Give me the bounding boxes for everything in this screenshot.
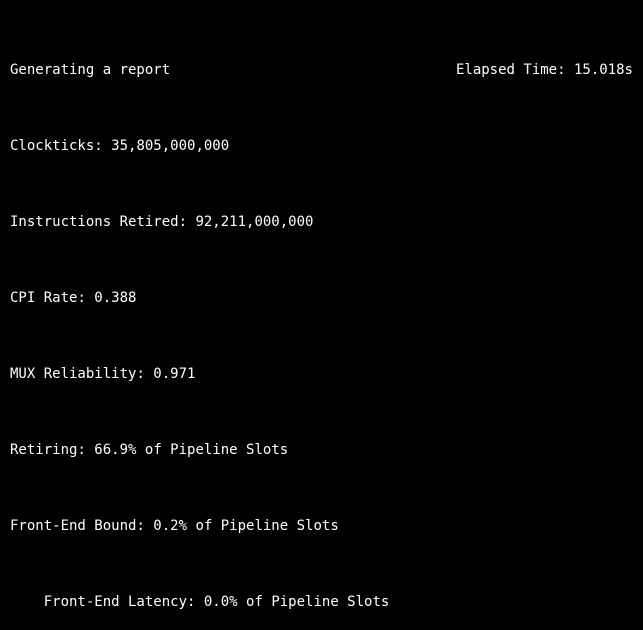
front-end-bound-value: 0.2% [153, 518, 187, 534]
clockticks-label: Clockticks [10, 138, 94, 154]
mux-reliability-label: MUX Reliability [10, 366, 136, 382]
retiring-value: 66.9% [94, 442, 136, 458]
front-end-latency-unit: of Pipeline Slots [246, 594, 389, 610]
front-end-bound-unit: of Pipeline Slots [195, 518, 338, 534]
header-line: Generating a report Elapsed Time: 15.018… [10, 61, 633, 80]
instructions-retired: Instructions Retired: 92,211,000,000 [10, 213, 633, 232]
elapsed-time-value: 15.018s [574, 62, 633, 78]
mux-reliability-value: 0.971 [153, 366, 195, 382]
front-end-bound-label: Front-End Bound [10, 518, 136, 534]
terminal-output: Generating a report Elapsed Time: 15.018… [0, 0, 643, 630]
front-end-latency-label: Front-End Latency [44, 594, 187, 610]
front-end-latency: Front-End Latency: 0.0% of Pipeline Slot… [10, 593, 633, 612]
front-end-latency-value: 0.0% [204, 594, 238, 610]
mux-reliability: MUX Reliability: 0.971 [10, 365, 633, 384]
front-end-bound: Front-End Bound: 0.2% of Pipeline Slots [10, 517, 633, 536]
clockticks-value: 35,805,000,000 [111, 138, 229, 154]
elapsed-time-label: Elapsed Time: [456, 62, 566, 78]
clockticks: Clockticks: 35,805,000,000 [10, 137, 633, 156]
retiring: Retiring: 66.9% of Pipeline Slots [10, 441, 633, 460]
retiring-unit: of Pipeline Slots [145, 442, 288, 458]
cpi-rate: CPI Rate: 0.388 [10, 289, 633, 308]
cpi-rate-label: CPI Rate [10, 290, 77, 306]
instructions-retired-label: Instructions Retired [10, 214, 179, 230]
instructions-retired-value: 92,211,000,000 [195, 214, 313, 230]
retiring-label: Retiring [10, 442, 77, 458]
elapsed-time: Elapsed Time: 15.018s [456, 61, 633, 80]
cpi-rate-value: 0.388 [94, 290, 136, 306]
status-text: Generating a report [10, 61, 170, 80]
